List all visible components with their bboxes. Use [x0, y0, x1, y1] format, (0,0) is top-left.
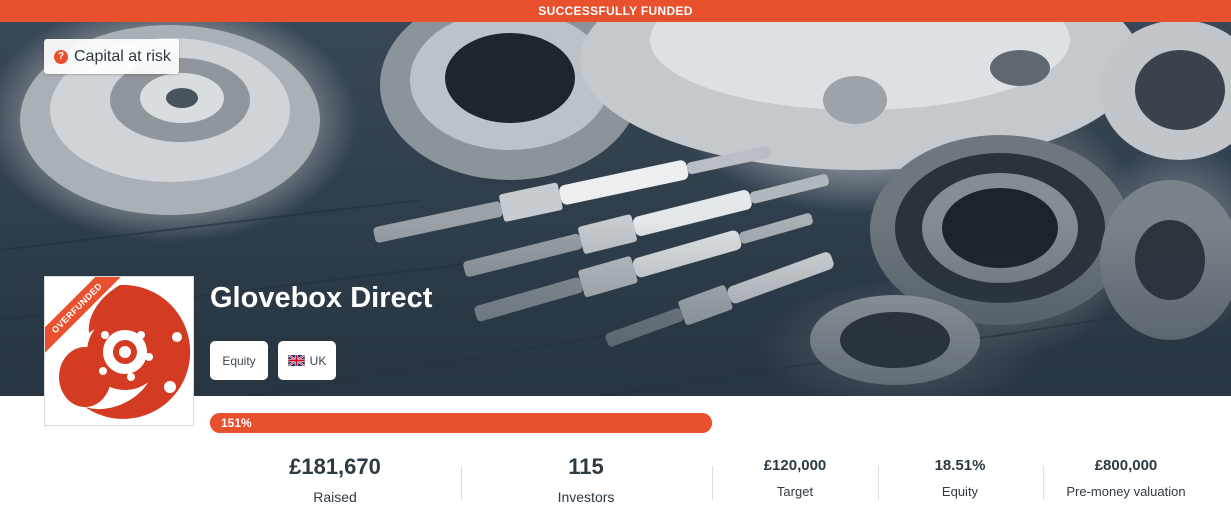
brake-disc-logo	[59, 284, 191, 419]
equity-tag: Equity	[210, 341, 268, 380]
country-tag: UK	[278, 341, 336, 380]
company-name: Glovebox Direct	[210, 282, 433, 314]
stat-target: £120,000 Target	[735, 457, 855, 499]
country-tag-label: UK	[309, 353, 327, 368]
stat-target-value: £120,000	[763, 457, 827, 474]
stat-divider	[1043, 466, 1044, 500]
funding-progress-label: 151%	[221, 416, 252, 430]
stat-investors: 115 Investors	[511, 454, 661, 505]
stat-raised-label: Raised	[313, 489, 357, 505]
stat-valuation: £800,000 Pre-money valuation	[1051, 457, 1201, 499]
stat-raised: £181,670 Raised	[260, 454, 410, 505]
stat-divider	[461, 466, 462, 500]
stat-divider	[878, 466, 879, 500]
stat-investors-label: Investors	[557, 489, 615, 505]
stat-equity: 18.51% Equity	[905, 457, 1015, 499]
stat-raised-value: £181,670	[289, 454, 381, 479]
stat-divider	[712, 466, 713, 500]
capital-at-risk-label: Capital at risk	[74, 47, 171, 65]
question-mark-icon: ?	[54, 49, 68, 64]
funding-progress-bar: 151%	[210, 413, 712, 433]
company-logo: OVERFUNDED	[44, 276, 194, 426]
stat-valuation-label: Pre-money valuation	[1066, 484, 1186, 499]
stat-valuation-value: £800,000	[1094, 457, 1158, 474]
stat-equity-label: Equity	[941, 484, 979, 499]
funding-progress-fill	[210, 413, 712, 433]
campaign-header: SUCCESSFULLY FUNDED ? Capital at risk OV…	[0, 0, 1231, 528]
funding-status-banner: SUCCESSFULLY FUNDED	[0, 0, 1231, 22]
stat-equity-value: 18.51%	[934, 457, 986, 474]
uk-flag-icon	[287, 355, 305, 366]
equity-tag-label: Equity	[222, 353, 256, 368]
stat-investors-value: 115	[568, 454, 604, 479]
stat-target-label: Target	[776, 484, 814, 499]
capital-at-risk-button[interactable]: ? Capital at risk	[44, 39, 179, 74]
